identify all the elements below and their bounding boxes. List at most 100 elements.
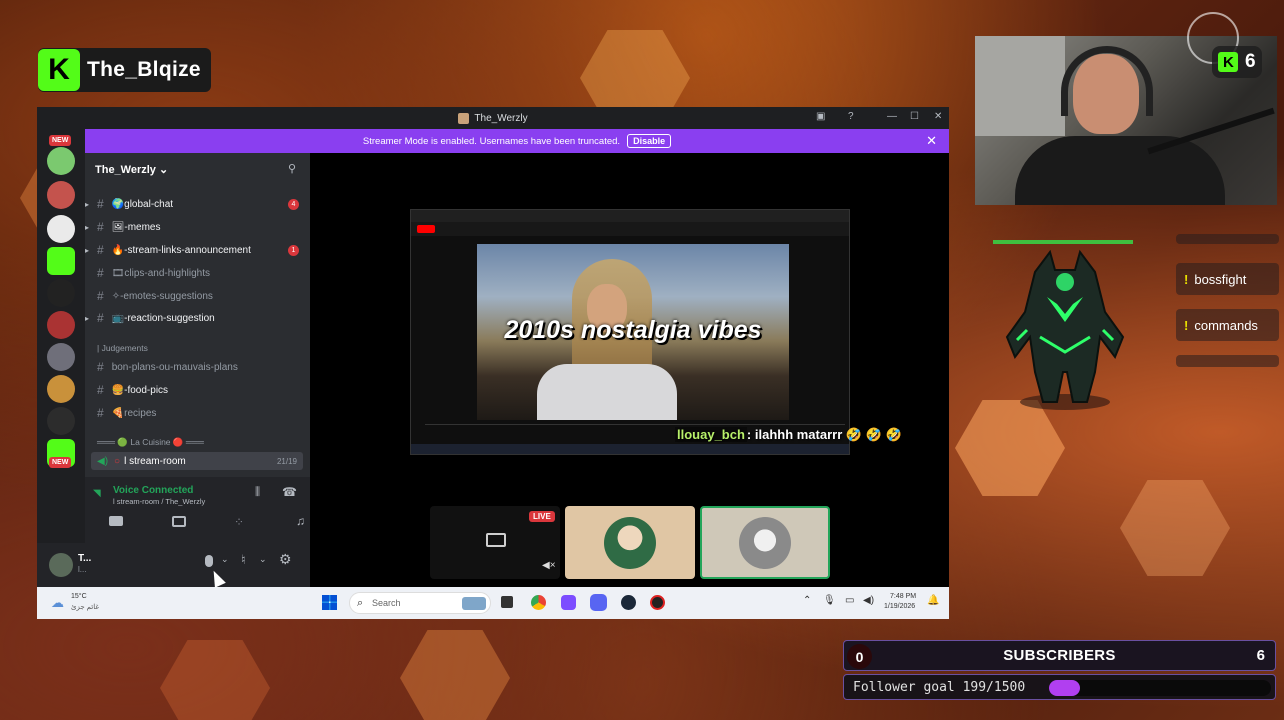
weather-icon[interactable]: ☁ (51, 595, 64, 611)
tray-volume-icon[interactable]: ◀) (863, 595, 874, 606)
tile-volume-icon[interactable]: ◀× (542, 560, 556, 571)
voice-status-sub[interactable]: l stream-room / The_Werzly (113, 497, 205, 506)
minimize-button[interactable]: — (887, 111, 897, 122)
user-settings-gear-icon[interactable]: ⚙ (279, 551, 292, 568)
search-icon: ⌕ (357, 597, 364, 609)
chrome-icon[interactable] (531, 595, 546, 610)
category-header[interactable]: ═══ 🟢 La Cuisine 🔴 ═══ (97, 437, 204, 448)
server-icon[interactable] (47, 279, 75, 307)
kick-k-icon: K (1218, 52, 1239, 72)
help-icon[interactable]: ? (848, 111, 854, 122)
tray-network-icon[interactable]: ▭ (845, 595, 854, 606)
screen-share-icon[interactable] (172, 516, 186, 527)
server-icon[interactable] (47, 311, 75, 339)
window-title-avatar-icon (458, 112, 470, 124)
follower-goal-bar: Follower goal 199/1500 (843, 674, 1276, 700)
follower-goal-text: Follower goal 199/1500 (853, 680, 1026, 695)
obs-icon[interactable] (650, 595, 665, 610)
channel-item[interactable]: # 🍕recipes (97, 406, 156, 420)
browser-address-bar (411, 222, 849, 236)
video-hoodie (537, 364, 677, 420)
command-label: bossfight (1194, 271, 1247, 287)
user-panel: T... l... ⌄ ♮ ⌄ ⚙ (37, 543, 310, 587)
search-highlight-image (462, 597, 486, 610)
tray-chevron-icon[interactable]: ⌃ (803, 595, 811, 606)
streamer-name: The_Blqize (87, 58, 201, 81)
user-status: l... (78, 565, 87, 574)
server-icon[interactable] (47, 407, 75, 435)
channel-item[interactable]: ▸ # 📺-reaction-suggestion (85, 311, 215, 325)
camera-icon[interactable] (109, 516, 123, 526)
bg-hex (955, 400, 1065, 496)
file-explorer-icon[interactable] (501, 596, 513, 608)
signal-icon: ◥ (93, 488, 101, 499)
channel-item[interactable]: ▸ # 🔥-stream-links-announcement (85, 243, 251, 257)
clock-date[interactable]: 1/19/2026 (884, 603, 915, 610)
disconnect-icon[interactable]: ☎ (282, 485, 297, 499)
participant-avatar (604, 517, 656, 569)
window-title: The_Werzly (474, 112, 528, 124)
channel-item[interactable]: # bon-plans-ou-mauvais-plans (97, 360, 238, 374)
channel-item[interactable]: ▸ # 🌍global-chat (85, 197, 173, 211)
channel-item[interactable]: # 🎞clips-and-highlights (97, 266, 210, 280)
youtube-logo-icon (417, 225, 435, 233)
cam-person-body (1015, 136, 1225, 205)
follower-goal-track (1049, 680, 1271, 696)
chat-message-overlay: llouay_bch: ilahhh matarrr 🤣 🤣 🤣 (675, 427, 902, 443)
voice-channel-count: 21/19 (276, 456, 297, 466)
server-icon[interactable] (47, 147, 75, 175)
weather-temp: 15°C (71, 593, 87, 600)
tray-mic-icon[interactable]: 🎙 (823, 595, 836, 606)
channel-item[interactable]: ▸ # 🖼-memes (85, 220, 161, 234)
soundboard-icon[interactable]: ♫ (296, 514, 305, 528)
command-item: ! bossfight (1176, 263, 1279, 295)
start-button[interactable] (322, 595, 337, 610)
category-header[interactable]: | Judgements (97, 343, 148, 353)
youtube-video-player[interactable]: 2010s nostalgia vibes (477, 244, 789, 420)
server-icon[interactable] (47, 375, 75, 403)
add-member-icon[interactable]: ⚲ (288, 162, 296, 175)
microphone-icon[interactable] (205, 555, 213, 567)
disable-button[interactable]: Disable (627, 134, 672, 148)
voice-channel-item[interactable]: ◀) ○ l stream-room 21/19 (91, 452, 303, 470)
monitor-icon (486, 533, 506, 547)
channel-item[interactable]: # 🍔-food-pics (97, 383, 168, 397)
kick-count-badge: K 6 (1212, 46, 1262, 78)
activities-icon[interactable]: ⁘ (234, 515, 244, 529)
inbox-icon[interactable]: ▣ (816, 111, 825, 122)
clock-time[interactable]: 7:48 PM (890, 593, 916, 600)
notification-icon[interactable]: 🔔 (927, 595, 939, 606)
server-icon[interactable] (47, 343, 75, 371)
app-icon[interactable] (561, 595, 576, 610)
discord-window: The_Werzly ▣ ? — ☐ ✕ Streamer Mode is en… (37, 107, 949, 619)
live-badge: LIVE (529, 511, 555, 522)
screen-share-stage[interactable]: 2010s nostalgia vibes LIVE ◀× (310, 153, 949, 587)
title-bar: The_Werzly ▣ ? — ☐ ✕ (37, 107, 949, 129)
server-name[interactable]: The_Werzly ⌄ (95, 163, 168, 176)
chat-message-text: : ilahhh matarrr 🤣 🤣 🤣 (746, 427, 902, 442)
banner-close-icon[interactable]: ✕ (926, 133, 937, 149)
avatar[interactable] (49, 553, 73, 577)
server-icon[interactable] (47, 181, 75, 209)
headphones-icon[interactable]: ♮ (241, 552, 246, 568)
voice-dot-icon: ○ (114, 455, 121, 467)
audio-settings-chevron-icon[interactable]: ⌄ (259, 554, 267, 565)
close-button[interactable]: ✕ (934, 111, 942, 122)
user-name[interactable]: T... (78, 553, 91, 564)
server-icon[interactable] (47, 247, 75, 275)
mic-settings-chevron-icon[interactable]: ⌄ (221, 554, 229, 565)
server-icon[interactable] (47, 215, 75, 243)
discord-taskbar-icon[interactable] (590, 594, 607, 611)
exclamation-icon: ! (1184, 317, 1189, 333)
noise-suppression-icon[interactable]: ⫼ (255, 486, 260, 499)
maximize-button[interactable]: ☐ (910, 111, 919, 122)
bg-hex (160, 640, 270, 720)
windows-taskbar: ☁ 15°C غائم جزئ ⌕ Search ⌃ 🎙 ▭ ◀) 7:48 P… (37, 587, 949, 619)
kick-logo-icon: K (38, 49, 80, 91)
new-tag: NEW (49, 135, 72, 146)
channel-item[interactable]: # ✧-emotes-suggestions (97, 289, 213, 303)
shared-screen-youtube[interactable]: 2010s nostalgia vibes (410, 209, 850, 455)
search-box[interactable]: ⌕ Search (349, 592, 491, 614)
voice-status-title[interactable]: Voice Connected (113, 485, 193, 496)
steam-icon[interactable] (621, 595, 636, 610)
